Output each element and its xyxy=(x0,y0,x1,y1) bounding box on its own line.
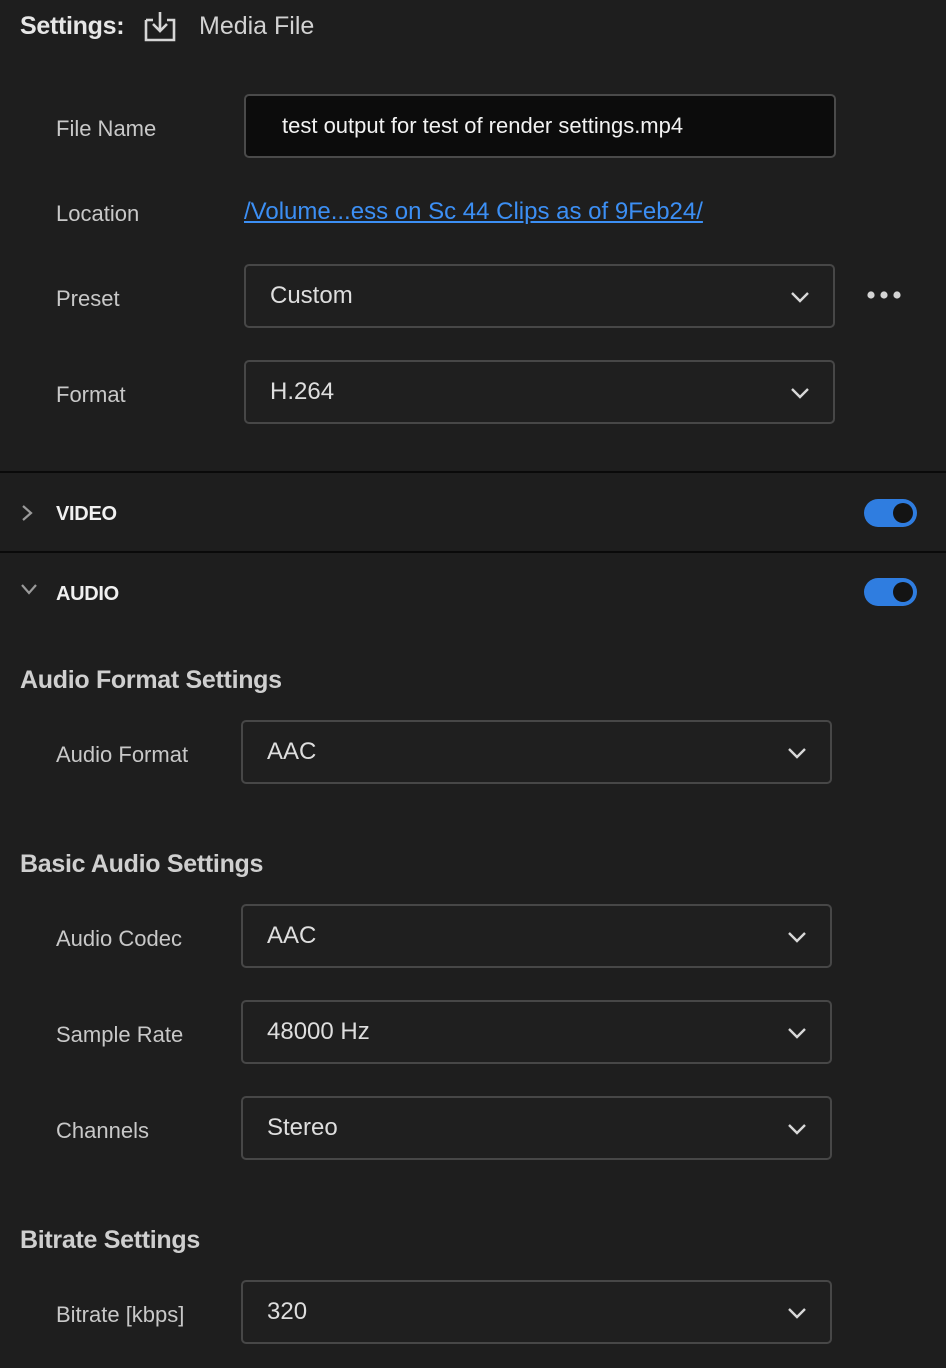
audio-format-dropdown[interactable]: AAC xyxy=(241,720,832,784)
audio-format-settings-heading: Audio Format Settings xyxy=(20,666,282,694)
location-link[interactable]: /Volume...ess on Sc 44 Clips as of 9Feb2… xyxy=(244,198,703,226)
file-name-input[interactable] xyxy=(244,94,836,158)
chevron-down-icon xyxy=(788,1124,806,1135)
video-section-header[interactable]: VIDEO xyxy=(56,503,117,526)
sample-rate-dropdown[interactable]: 48000 Hz xyxy=(241,1000,832,1064)
chevron-down-icon xyxy=(788,1028,806,1039)
audio-section-header[interactable]: AUDIO xyxy=(56,583,119,606)
chevron-down-icon xyxy=(788,748,806,759)
audio-format-label: Audio Format xyxy=(56,742,189,767)
download-tray-icon xyxy=(144,12,176,42)
settings-title: Settings: xyxy=(20,12,125,40)
toggle-knob xyxy=(893,582,913,602)
preset-value: Custom xyxy=(270,282,353,309)
section-divider xyxy=(0,471,946,473)
bitrate-dropdown[interactable]: 320 xyxy=(241,1280,832,1344)
chevron-down-icon xyxy=(791,292,809,303)
section-divider xyxy=(0,551,946,553)
format-dropdown[interactable]: H.264 xyxy=(244,360,835,424)
file-name-label: File Name xyxy=(56,116,157,141)
preset-dropdown[interactable]: Custom xyxy=(244,264,835,328)
toggle-knob xyxy=(893,503,913,523)
more-horizontal-icon[interactable] xyxy=(866,288,902,302)
channels-label: Channels xyxy=(56,1118,149,1143)
location-label: Location xyxy=(56,201,140,226)
format-value: H.264 xyxy=(270,378,335,405)
chevron-right-icon[interactable] xyxy=(18,504,36,522)
sample-rate-label: Sample Rate xyxy=(56,1022,184,1047)
output-type-label: Media File xyxy=(199,12,315,40)
audio-codec-dropdown[interactable]: AAC xyxy=(241,904,832,968)
audio-toggle[interactable] xyxy=(864,578,917,606)
chevron-down-icon xyxy=(788,1308,806,1319)
sample-rate-value: 48000 Hz xyxy=(267,1018,370,1045)
chevron-down-icon xyxy=(791,388,809,399)
chevron-down-icon xyxy=(788,932,806,943)
audio-codec-label: Audio Codec xyxy=(56,926,182,951)
audio-format-value: AAC xyxy=(267,738,317,765)
format-label: Format xyxy=(56,382,126,407)
channels-value: Stereo xyxy=(267,1114,338,1141)
chevron-down-icon[interactable] xyxy=(20,580,38,598)
video-toggle[interactable] xyxy=(864,499,917,527)
audio-codec-value: AAC xyxy=(267,922,317,949)
channels-dropdown[interactable]: Stereo xyxy=(241,1096,832,1160)
bitrate-label: Bitrate [kbps] xyxy=(56,1302,185,1327)
preset-label: Preset xyxy=(56,286,120,311)
bitrate-settings-heading: Bitrate Settings xyxy=(20,1226,200,1254)
bitrate-value: 320 xyxy=(267,1298,308,1325)
basic-audio-settings-heading: Basic Audio Settings xyxy=(20,850,264,878)
